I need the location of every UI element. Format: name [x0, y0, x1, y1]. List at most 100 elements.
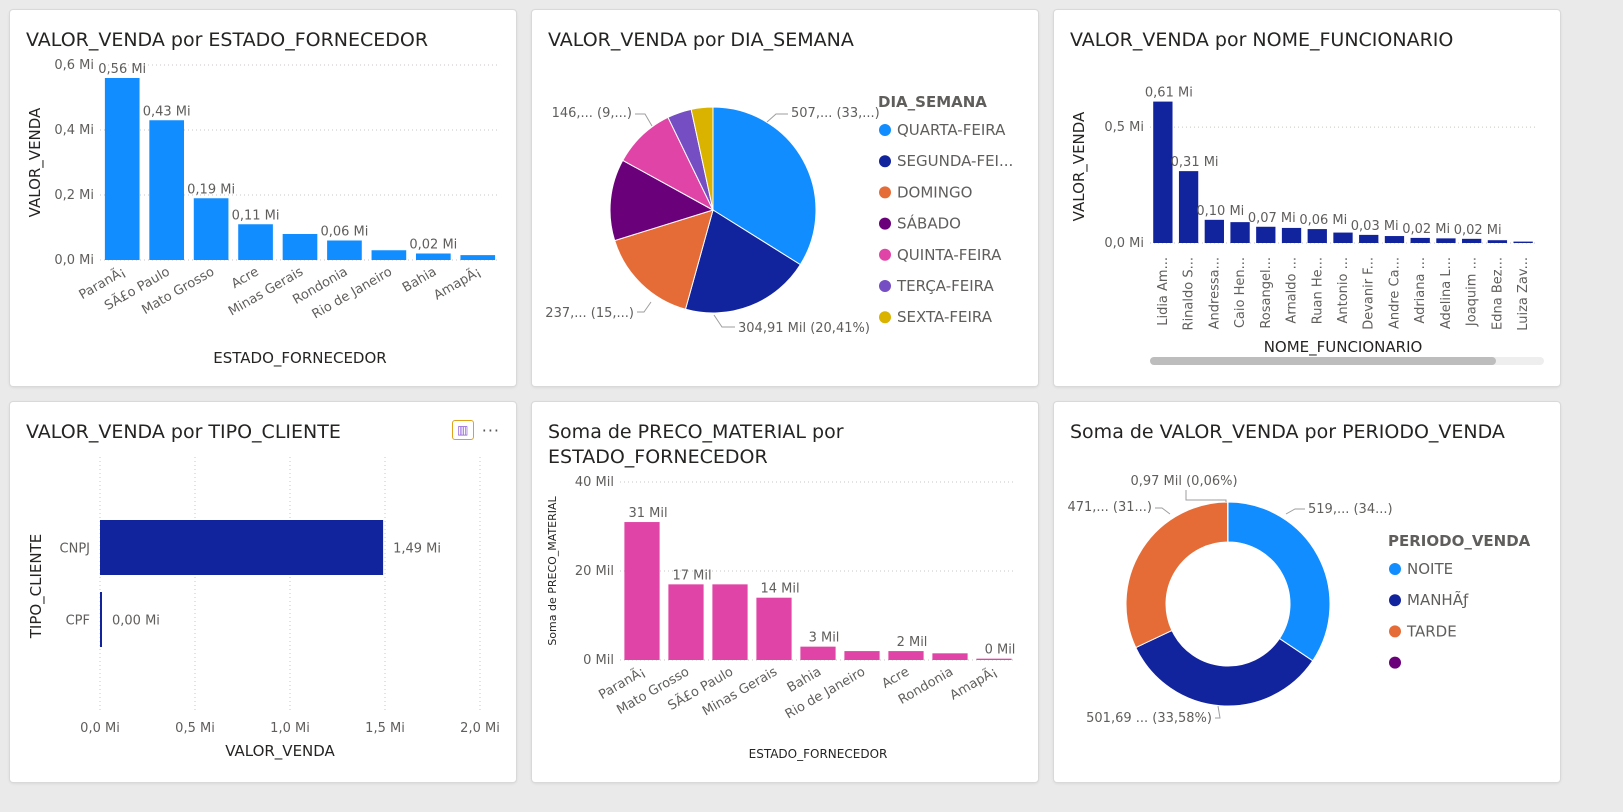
x-tick-label: 1,0 Mi — [270, 721, 310, 736]
bar — [327, 240, 362, 260]
data-label: 0,97 Mil (0,06%) — [1130, 474, 1237, 489]
bar — [416, 253, 451, 260]
y-tick-label: 0,5 Mi — [1104, 120, 1144, 135]
data-label: 0,02 Mi — [1454, 223, 1502, 238]
data-label: 0,19 Mi — [187, 182, 235, 197]
bar — [1359, 234, 1379, 243]
chart-card-valor-por-periodo[interactable]: Soma de VALOR_VENDA por PERIODO_VENDA 51… — [1054, 402, 1560, 782]
legend-label: DOMINGO — [897, 183, 972, 201]
chart-card-valor-por-tipo-cliente[interactable]: VALOR_VENDA por TIPO_CLIENTE ▥ ··· 0,0 M… — [10, 402, 516, 782]
bar — [932, 653, 968, 660]
x-axis-title: ESTADO_FORNECEDOR — [213, 349, 386, 368]
chart-card-valor-por-funcionario[interactable]: VALOR_VENDA por NOME_FUNCIONARIO 0,0 Mi 0… — [1054, 10, 1560, 386]
x-axis-title: ESTADO_FORNECEDOR — [749, 747, 888, 761]
legend-label: NOITE — [1407, 560, 1453, 578]
leader-line — [766, 113, 788, 123]
bar — [100, 520, 384, 575]
bar — [1333, 232, 1353, 243]
legend-marker — [1389, 563, 1401, 575]
legend-label: SEXTA-FEIRA — [897, 308, 993, 326]
leader-line — [713, 314, 735, 328]
bar — [282, 234, 318, 260]
data-label: 471,... (31...) — [1067, 500, 1152, 515]
y-tick-label: 0,0 Mi — [1104, 236, 1144, 251]
x-tick-label: 0,0 Mi — [80, 721, 120, 736]
bar — [1487, 240, 1508, 243]
x-tick-label: Andre Ca... — [1387, 257, 1402, 329]
leader-line — [1155, 507, 1171, 515]
data-label: 0,07 Mi — [1248, 211, 1296, 226]
y-tick-label: CPF — [66, 614, 90, 629]
data-label: 237,... (15,...) — [545, 306, 634, 321]
x-tick-label: Andressa... — [1207, 257, 1222, 329]
data-label: 146,... (9,...) — [552, 106, 632, 121]
pie-slice — [1125, 501, 1229, 649]
data-label: 0,61 Mi — [1145, 86, 1193, 101]
bar — [844, 651, 880, 660]
bar — [100, 592, 102, 647]
data-label: 0,06 Mi — [320, 225, 368, 240]
legend-label: TARDE — [1406, 622, 1457, 640]
x-axis-title: VALOR_VENDA — [225, 742, 335, 761]
data-label: 0,02 Mi — [1402, 222, 1450, 237]
data-label: 519,... (34...) — [1308, 502, 1393, 517]
bar — [800, 646, 836, 660]
bar — [460, 255, 496, 260]
bar — [1178, 171, 1199, 243]
bar — [1384, 236, 1405, 243]
bar — [238, 224, 273, 260]
bar — [624, 522, 660, 660]
chart-valor-por-periodo: 519,... (34...) 501,69 ... (33,58%) 471,..… — [1067, 474, 1531, 726]
y-tick-label: 40 Mil — [575, 475, 614, 490]
bar — [371, 250, 407, 260]
data-label: 31 Mil — [628, 506, 667, 521]
legend-title: DIA_SEMANA — [878, 93, 987, 111]
data-label: 0,56 Mi — [98, 62, 146, 77]
legend-marker — [1389, 594, 1401, 607]
bar — [1513, 241, 1533, 243]
x-tick-label: Minas Gerais — [700, 664, 780, 719]
leader-line — [1215, 705, 1221, 719]
bar — [756, 597, 792, 660]
horizontal-scrollbar-thumb[interactable] — [1150, 357, 1496, 365]
chart-card-preco-material-por-estado[interactable]: Soma de PRECO_MATERIAL por ESTADO_FORNEC… — [532, 402, 1038, 782]
chart-card-valor-por-estado[interactable]: VALOR_VENDA por ESTADO_FORNECEDOR 0,0 Mi… — [10, 10, 516, 386]
x-tick-label: Caio Hen... — [1233, 257, 1248, 328]
bar — [1410, 237, 1430, 243]
bar — [976, 658, 1012, 660]
leader-line — [1285, 508, 1305, 515]
x-tick-label: 1,5 Mi — [365, 721, 405, 736]
legend-title: PERIODO_VENDA — [1388, 532, 1531, 550]
x-tick-label: AmapÃ¡ — [947, 664, 1000, 704]
legend-label: MANHÃƒ — [1407, 590, 1469, 609]
chart-valor-por-dia-semana: 507,... (33,...) 304,91 Mil (20,41%) 237,.… — [545, 93, 1013, 336]
bar — [1153, 101, 1173, 243]
x-tick-label: Arnaldo ... — [1285, 257, 1300, 324]
y-axis-title: VALOR_VENDA — [26, 107, 45, 217]
bar — [193, 198, 229, 260]
y-tick-label: 0,4 Mi — [54, 123, 94, 138]
x-tick-label: 2,0 Mi — [460, 721, 500, 736]
x-tick-label: AmapÃ¡ — [431, 264, 484, 304]
bar — [712, 584, 748, 660]
data-label: 0,31 Mi — [1171, 155, 1219, 170]
chart-card-valor-por-dia-semana[interactable]: VALOR_VENDA por DIA_SEMANA 507,... (33,.… — [532, 10, 1038, 386]
x-tick-label: Lidia Am... — [1156, 257, 1171, 326]
bar — [1436, 238, 1456, 243]
leader-line — [637, 301, 652, 313]
legend-marker — [879, 155, 891, 168]
legend-marker — [879, 186, 891, 199]
leader-line — [635, 113, 653, 127]
data-label: 501,69 ... (33,58%) — [1086, 711, 1212, 726]
bar — [149, 120, 184, 260]
legend-marker — [1389, 656, 1401, 669]
legend-label: QUARTA-FEIRA — [897, 121, 1006, 139]
x-tick-label: Devanir F... — [1362, 257, 1377, 330]
bar — [1281, 227, 1302, 243]
y-tick-label: 0,2 Mi — [54, 188, 94, 203]
bar — [1256, 226, 1276, 243]
bar — [1204, 219, 1224, 243]
y-tick-label: CNPJ — [60, 542, 90, 557]
legend-label: TERÇA-FEIRA — [896, 277, 994, 295]
legend-marker — [879, 124, 891, 136]
